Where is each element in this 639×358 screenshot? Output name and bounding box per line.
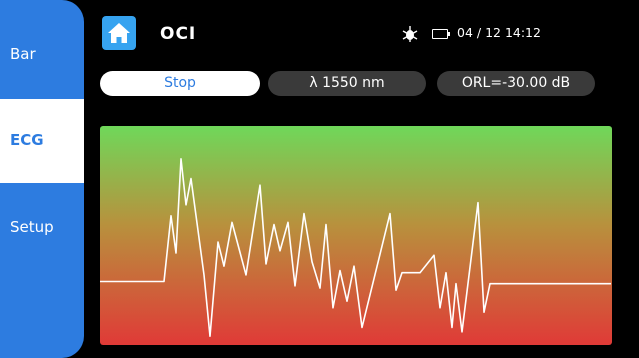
- sidebar-item-label: Bar: [10, 45, 36, 63]
- page-title: OCI: [160, 24, 197, 44]
- sidebar: Bar ECG Setup: [0, 0, 84, 358]
- wavelength-button[interactable]: λ 1550 nm: [268, 71, 426, 96]
- battery-icon: [432, 29, 450, 39]
- home-button[interactable]: [102, 16, 136, 50]
- sidebar-item-label: ECG: [10, 131, 44, 149]
- sidebar-item-bar[interactable]: Bar: [0, 0, 84, 99]
- ecg-trace-chart: [100, 158, 611, 338]
- ecg-plot: [100, 126, 612, 345]
- sidebar-item-label: Setup: [10, 218, 54, 236]
- ecg-trace-line: [100, 158, 611, 338]
- orl-readout[interactable]: ORL=-30.00 dB: [437, 71, 595, 96]
- stop-button[interactable]: Stop: [100, 71, 260, 96]
- status-datetime: 04 / 12 14:12: [457, 25, 541, 40]
- sidebar-item-ecg[interactable]: ECG: [0, 99, 84, 183]
- home-icon: [108, 23, 130, 43]
- sidebar-item-setup[interactable]: Setup: [0, 183, 84, 358]
- bug-icon: [402, 26, 418, 42]
